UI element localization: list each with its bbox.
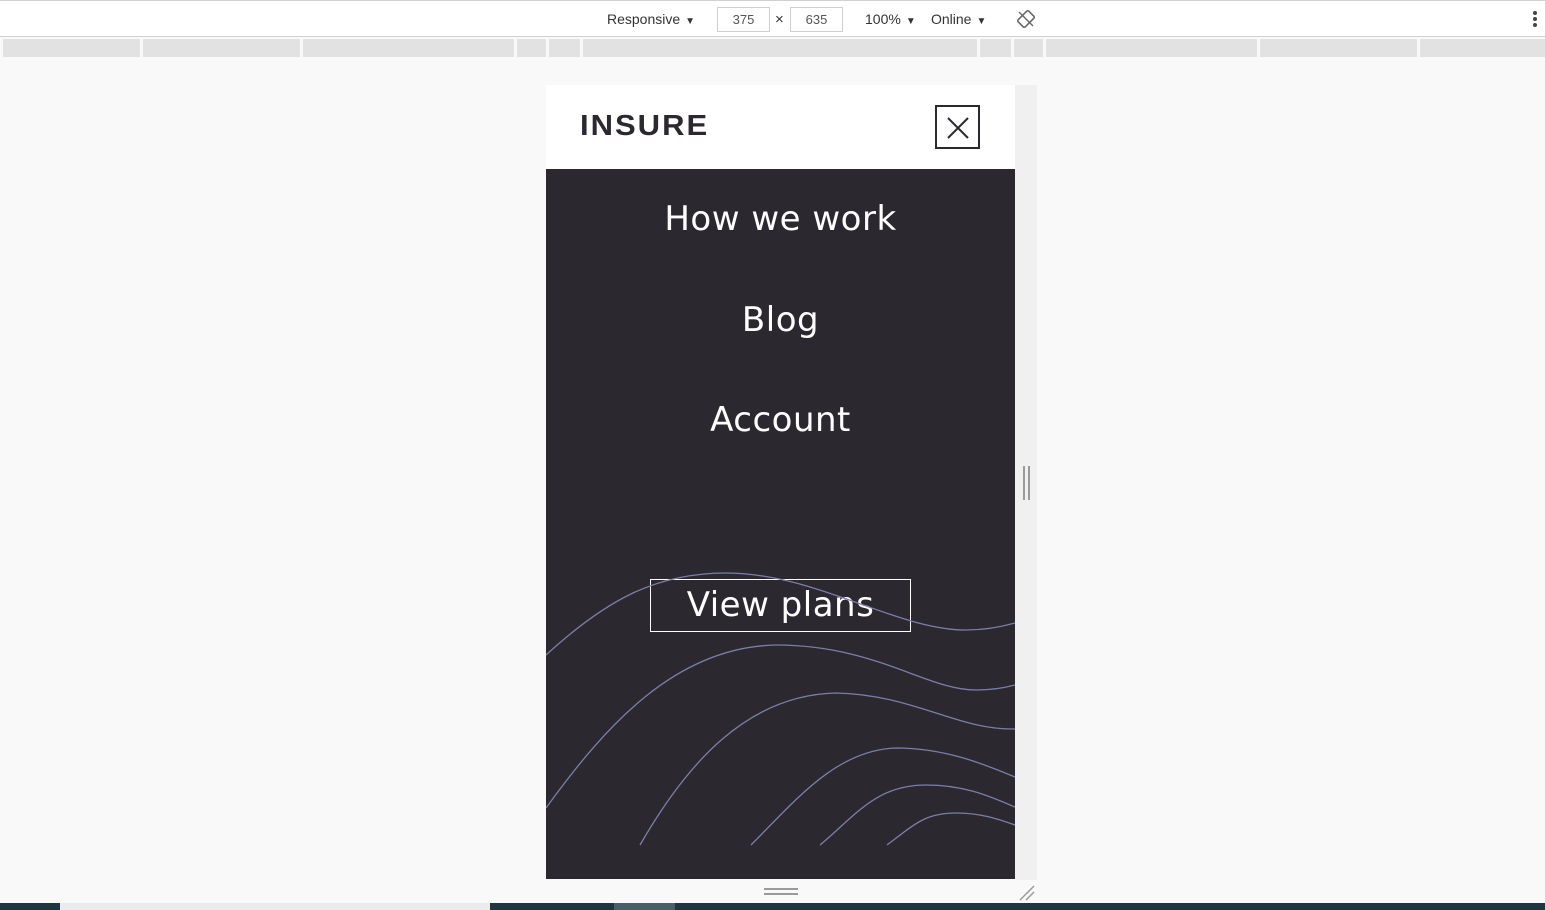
dimension-separator: × bbox=[775, 11, 784, 28]
vertical-ellipsis-icon[interactable] bbox=[1533, 11, 1539, 29]
media-query-segment[interactable] bbox=[980, 39, 1011, 57]
devtools-toolbar: Responsive ▼ 375 × 635 100% ▼ Online ▼ bbox=[0, 0, 1545, 37]
media-query-segment[interactable] bbox=[1260, 39, 1417, 57]
wave-line bbox=[546, 572, 1015, 656]
rotate-icon[interactable] bbox=[1016, 9, 1036, 29]
width-input[interactable]: 375 bbox=[717, 7, 770, 32]
nav-link-how-we-work[interactable]: How we work bbox=[546, 199, 1015, 239]
wave-line bbox=[819, 784, 1015, 846]
media-query-segment[interactable] bbox=[1046, 39, 1257, 57]
media-query-bar bbox=[0, 39, 1545, 57]
site-logo[interactable]: INSURE bbox=[580, 109, 709, 142]
wave-line bbox=[750, 747, 1015, 846]
zoom-select[interactable]: 100% ▼ bbox=[865, 11, 916, 27]
nav-link-blog[interactable]: Blog bbox=[546, 300, 1015, 340]
resize-handle-right[interactable] bbox=[1023, 466, 1031, 500]
close-icon bbox=[947, 117, 969, 139]
caret-down-icon: ▼ bbox=[905, 16, 916, 27]
resize-corner-icon[interactable] bbox=[1018, 884, 1036, 902]
wave-line bbox=[639, 692, 1015, 846]
media-query-segment[interactable] bbox=[3, 39, 140, 57]
device-mode-select[interactable]: Responsive ▼ bbox=[607, 11, 695, 27]
wave-line bbox=[886, 812, 1015, 846]
caret-down-icon: ▼ bbox=[685, 16, 696, 27]
height-input[interactable]: 635 bbox=[790, 7, 843, 32]
media-query-segment[interactable] bbox=[583, 39, 977, 57]
media-query-segment[interactable] bbox=[1420, 39, 1545, 57]
wave-line bbox=[546, 644, 1015, 809]
network-select[interactable]: Online ▼ bbox=[931, 11, 986, 27]
taskbar-item[interactable] bbox=[60, 903, 490, 910]
nav-link-account[interactable]: Account bbox=[546, 400, 1015, 440]
device-mode-label: Responsive bbox=[607, 11, 681, 27]
media-query-segment[interactable] bbox=[549, 39, 580, 57]
resize-handle-bottom[interactable] bbox=[764, 888, 798, 896]
close-menu-button[interactable] bbox=[935, 105, 980, 149]
media-query-segment[interactable] bbox=[517, 39, 546, 57]
device-viewport: INSURE How we work Blog Account View pla… bbox=[546, 85, 1015, 879]
caret-down-icon: ▼ bbox=[976, 16, 987, 27]
site-header: INSURE bbox=[546, 85, 1015, 169]
wave-pattern-decoration bbox=[546, 572, 1015, 846]
zoom-label: 100% bbox=[865, 11, 901, 27]
taskbar-item[interactable] bbox=[614, 903, 675, 910]
media-query-segment[interactable] bbox=[143, 39, 300, 57]
media-query-segment[interactable] bbox=[303, 39, 514, 57]
network-label: Online bbox=[931, 11, 972, 27]
media-query-segment[interactable] bbox=[1014, 39, 1043, 57]
